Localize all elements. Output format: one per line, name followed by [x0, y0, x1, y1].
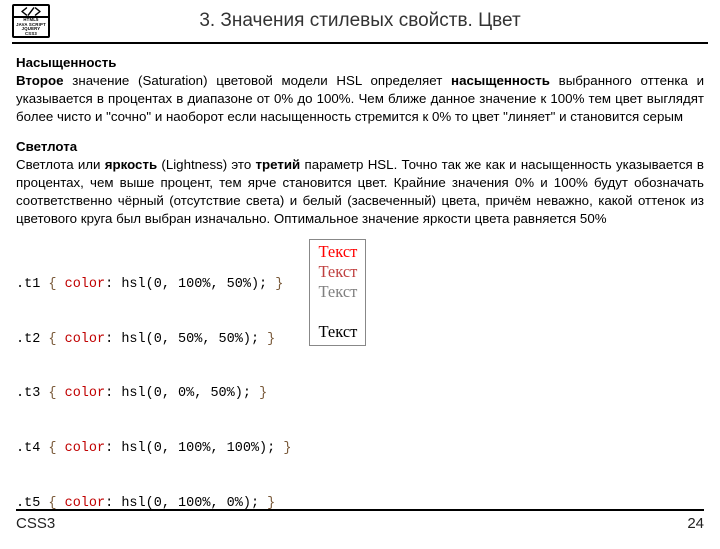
preview-box: Текст Текст Текст Текст Текст [309, 239, 366, 346]
tech-logo: HTML5 JAVA SCRIPT JQUERY CSS3 [12, 4, 50, 38]
section-head-saturation: Насыщенность [16, 54, 704, 72]
bold-word: третий [256, 157, 301, 172]
saturation-paragraph: Второе значение (Saturation) цветовой мо… [16, 72, 704, 126]
preview-text-4: Текст [318, 302, 357, 322]
code-and-preview: .t1 { color: hsl(0, 100%, 50%); } .t2 { … [16, 239, 704, 549]
code-line: .t2 { color: hsl(0, 50%, 50%); } [16, 331, 291, 349]
bold-word: яркость [105, 157, 157, 172]
page-number: 24 [687, 515, 704, 532]
logo-line: CSS3 [25, 32, 37, 37]
preview-text-3: Текст [318, 282, 357, 302]
code-line: .t3 { color: hsl(0, 0%, 50%); } [16, 385, 291, 403]
preview-text-5: Текст [318, 322, 357, 342]
preview-text-2: Текст [318, 262, 357, 282]
content-area: Насыщенность Второе значение (Saturation… [0, 44, 720, 549]
logo-text: HTML5 JAVA SCRIPT JQUERY CSS3 [14, 18, 48, 36]
header: HTML5 JAVA SCRIPT JQUERY CSS3 3. Значени… [0, 0, 720, 42]
code-block: .t1 { color: hsl(0, 100%, 50%); } .t2 { … [16, 239, 291, 549]
lightness-paragraph: Светлота или яркость (Lightness) это тре… [16, 156, 704, 228]
section-head-lightness: Светлота [16, 138, 704, 156]
text: (Lightness) это [157, 157, 255, 172]
code-line: .t4 { color: hsl(0, 100%, 100%); } [16, 440, 291, 458]
text: значение (Saturation) цветовой модели HS… [64, 73, 452, 88]
bold-word: Второе [16, 73, 64, 88]
page-title: 3. Значения стилевых свойств. Цвет [50, 10, 708, 32]
bold-word: насыщенность [451, 73, 550, 88]
preview-text-1: Текст [318, 242, 357, 262]
footer-left: CSS3 [16, 515, 55, 532]
text: Светлота или [16, 157, 105, 172]
code-line: .t1 { color: hsl(0, 100%, 50%); } [16, 276, 291, 294]
footer-rule [16, 509, 704, 511]
footer: CSS3 24 [0, 509, 720, 540]
